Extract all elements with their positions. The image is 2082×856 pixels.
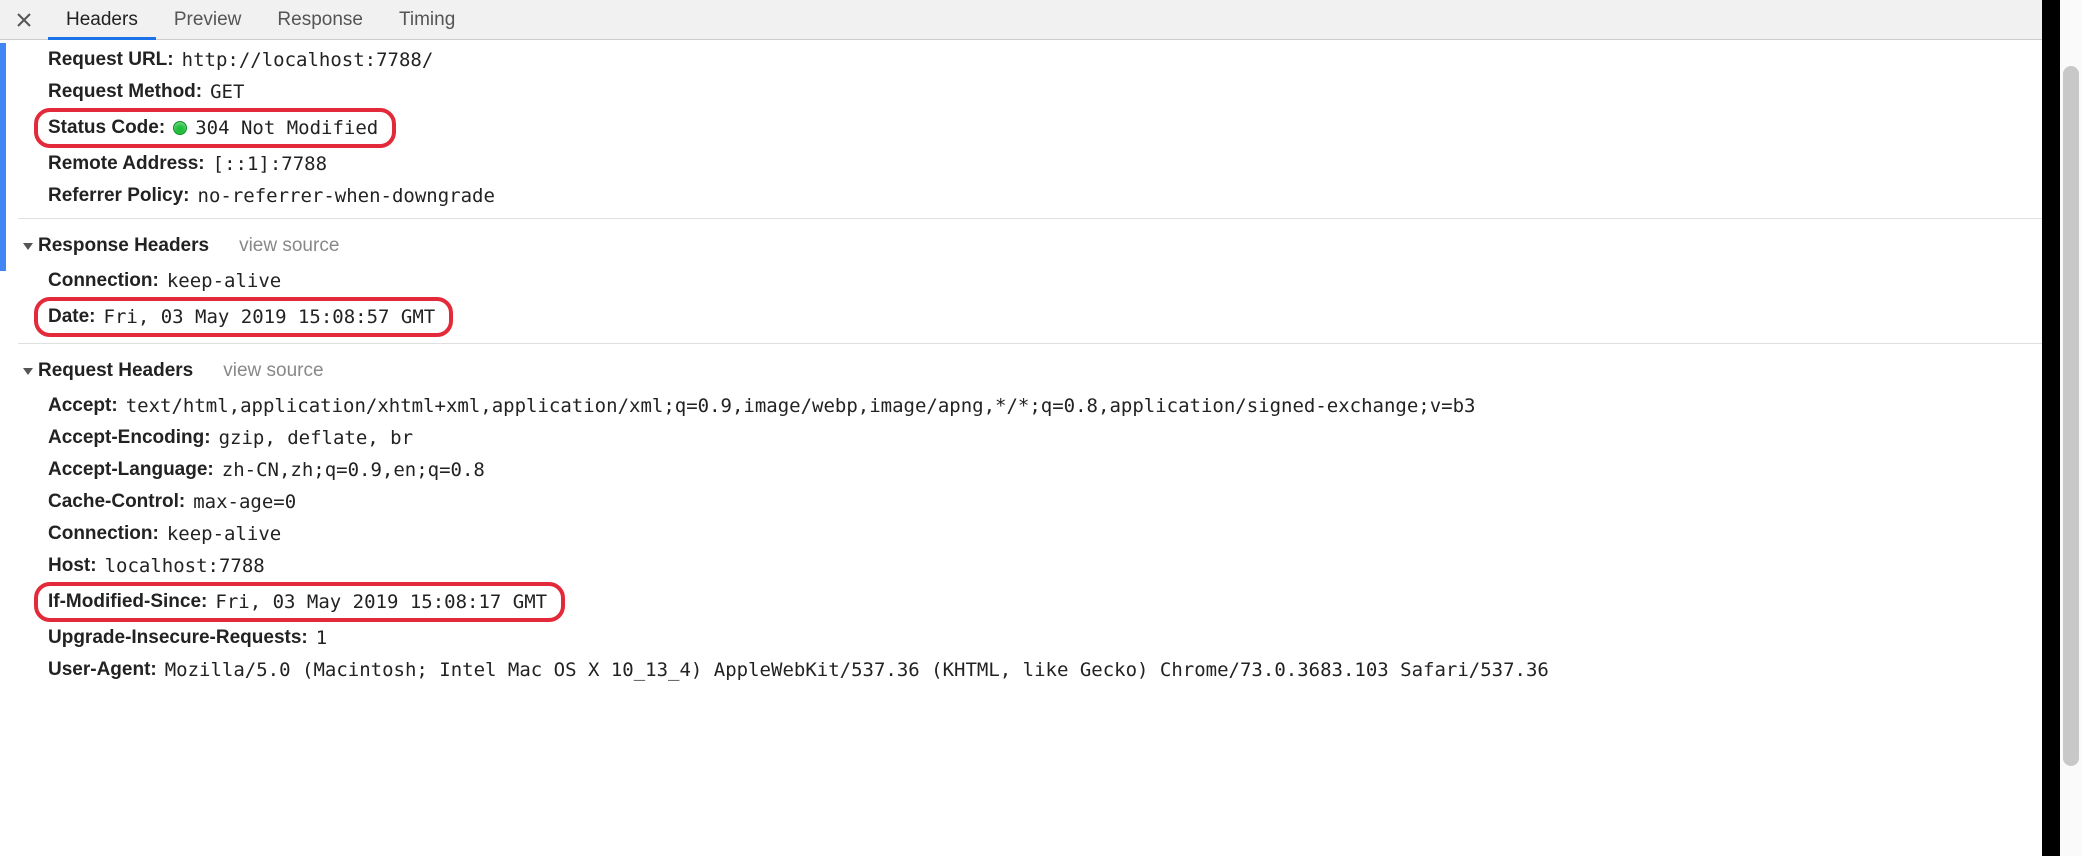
response-connection-label: Connection: [48,265,159,297]
response-headers-disclosure[interactable] [18,241,38,251]
response-date-label: Date: [48,301,96,333]
request-headers-view-source[interactable]: view source [223,352,323,390]
request-cache-control-label: Cache-Control: [48,486,185,518]
response-headers-view-source[interactable]: view source [239,227,339,265]
general-status-code-row: Status Code: 304 Not Modified [18,108,2060,148]
general-request-method-row: Request Method: GET [18,76,2060,108]
request-host-row: Host: localhost:7788 [18,550,2060,582]
vertical-scrollbar[interactable] [2060,0,2082,856]
date-highlight: Date: Fri, 03 May 2019 15:08:57 GMT [34,297,453,337]
panel-divider[interactable] [2042,0,2060,856]
request-accept-label: Accept: [48,390,118,422]
request-user-agent-label: User-Agent: [48,654,157,686]
status-code-value: 304 Not Modified [195,112,378,144]
request-method-label: Request Method: [48,76,202,108]
request-accept-row: Accept: text/html,application/xhtml+xml,… [18,390,2060,422]
request-host-value: localhost:7788 [105,550,265,582]
selection-indicator [0,43,6,271]
request-accept-value: text/html,application/xhtml+xml,applicat… [126,390,1476,422]
triangle-down-icon [23,366,33,376]
close-icon [17,13,31,27]
tab-timing[interactable]: Timing [381,0,473,40]
scrollbar-thumb[interactable] [2063,66,2079,766]
request-accept-encoding-label: Accept-Encoding: [48,422,211,454]
request-url-label: Request URL: [48,44,174,76]
devtools-tab-bar: Headers Preview Response Timing [0,0,2060,40]
request-if-modified-since-row: If-Modified-Since: Fri, 03 May 2019 15:0… [18,582,2060,622]
request-accept-language-value: zh-CN,zh;q=0.9,en;q=0.8 [222,454,485,486]
request-headers-disclosure[interactable] [18,366,38,376]
request-host-label: Host: [48,550,97,582]
triangle-down-icon [23,241,33,251]
response-connection-row: Connection: keep-alive [18,265,2060,297]
request-connection-label: Connection: [48,518,159,550]
status-code-label: Status Code: [48,112,165,144]
headers-content: Request URL: http://localhost:7788/ Requ… [0,40,2060,686]
request-upgrade-insecure-row: Upgrade-Insecure-Requests: 1 [18,622,2060,654]
request-upgrade-insecure-value: 1 [316,622,327,654]
request-cache-control-value: max-age=0 [193,486,296,518]
referrer-policy-label: Referrer Policy: [48,180,190,212]
request-if-modified-since-label: If-Modified-Since: [48,586,207,618]
remote-address-label: Remote Address: [48,148,205,180]
request-connection-row: Connection: keep-alive [18,518,2060,550]
request-if-modified-since-value: Fri, 03 May 2019 15:08:17 GMT [215,586,547,618]
request-method-value: GET [210,76,244,108]
close-panel-button[interactable] [8,0,40,40]
tab-response[interactable]: Response [259,0,381,40]
request-headers-section: Request Headers view source [18,343,2060,390]
response-date-value: Fri, 03 May 2019 15:08:57 GMT [104,301,436,333]
response-headers-section: Response Headers view source [18,218,2060,265]
request-user-agent-row: User-Agent: Mozilla/5.0 (Macintosh; Inte… [18,654,2060,686]
request-user-agent-value: Mozilla/5.0 (Macintosh; Intel Mac OS X 1… [165,654,1549,686]
response-connection-value: keep-alive [167,265,281,297]
status-code-highlight: Status Code: 304 Not Modified [34,108,396,148]
request-accept-encoding-row: Accept-Encoding: gzip, deflate, br [18,422,2060,454]
request-accept-language-row: Accept-Language: zh-CN,zh;q=0.9,en;q=0.8 [18,454,2060,486]
request-cache-control-row: Cache-Control: max-age=0 [18,486,2060,518]
referrer-policy-value: no-referrer-when-downgrade [198,180,495,212]
response-headers-title: Response Headers [38,227,209,265]
response-date-row: Date: Fri, 03 May 2019 15:08:57 GMT [18,297,2060,337]
request-connection-value: keep-alive [167,518,281,550]
request-url-value: http://localhost:7788/ [182,44,434,76]
request-accept-language-label: Accept-Language: [48,454,214,486]
general-referrer-policy-row: Referrer Policy: no-referrer-when-downgr… [18,180,2060,212]
if-modified-since-highlight: If-Modified-Since: Fri, 03 May 2019 15:0… [34,582,565,622]
tab-preview[interactable]: Preview [156,0,260,40]
tab-headers[interactable]: Headers [48,0,156,40]
remote-address-value: [::1]:7788 [213,148,327,180]
general-remote-address-row: Remote Address: [::1]:7788 [18,148,2060,180]
status-dot-icon [173,121,187,135]
general-request-url-row: Request URL: http://localhost:7788/ [18,44,2060,76]
request-upgrade-insecure-label: Upgrade-Insecure-Requests: [48,622,308,654]
request-accept-encoding-value: gzip, deflate, br [219,422,413,454]
request-headers-title: Request Headers [38,352,193,390]
